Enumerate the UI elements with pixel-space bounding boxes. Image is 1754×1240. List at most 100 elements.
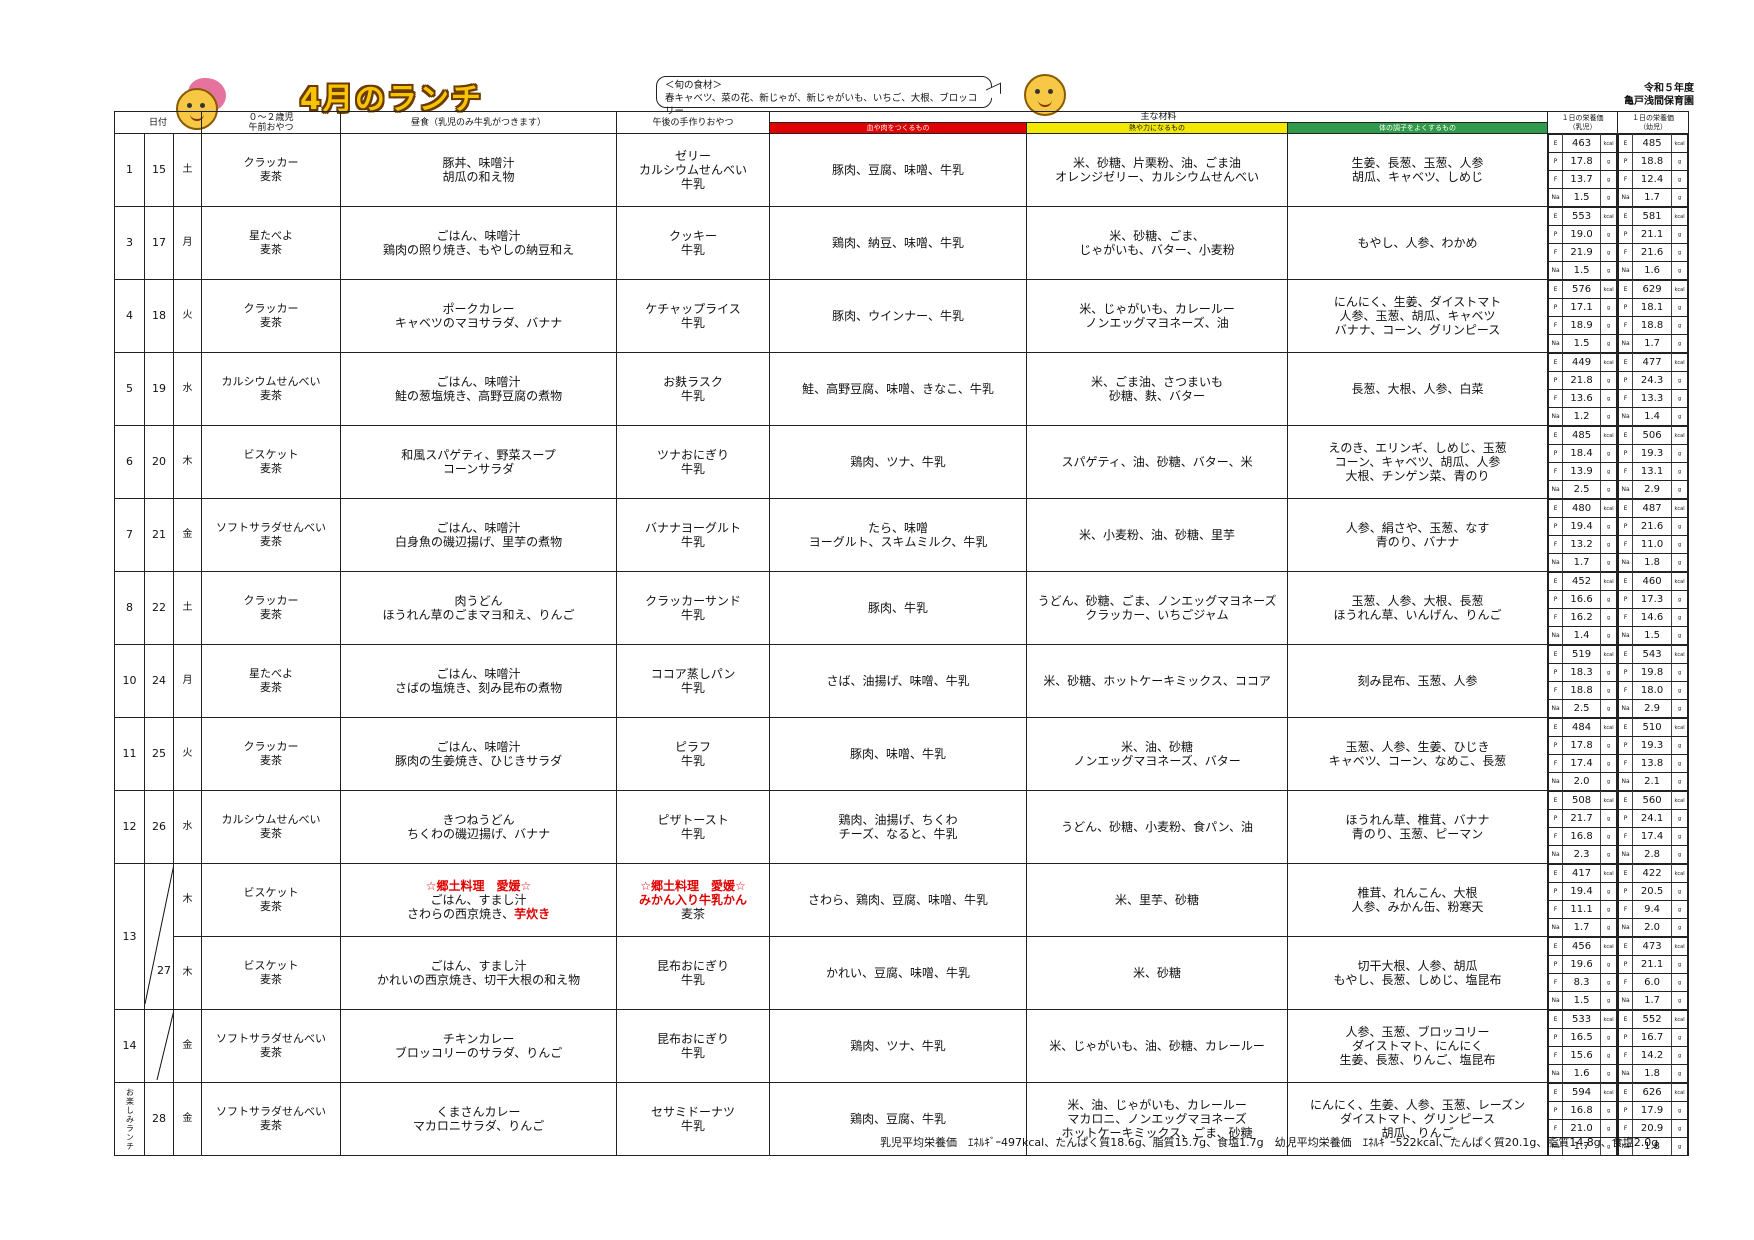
row-number: 7 (114, 498, 145, 572)
pm-snack: 昆布おにぎり 牛乳 (616, 1009, 771, 1083)
nutrition-value: 1.7 (1562, 553, 1602, 571)
nutrition-row: P 21.7 g (1548, 809, 1617, 828)
nutrition-key: P (1618, 1028, 1634, 1047)
lunch-text: ごはん、味噌汁 豚肉の生姜焼き、ひじきサラダ (394, 740, 563, 768)
lunch: ごはん、味噌汁 鮭の葱塩焼き、高野豆腐の煮物 (340, 352, 618, 426)
nutrition-key: P (1618, 298, 1634, 317)
day-of-week: 木 (172, 425, 203, 499)
nutrition-key: E (1548, 426, 1564, 445)
menu-row: 13 27 木ビスケット 麦茶 ☆郷土料理 愛媛☆ ごはん、すまし汁 さわらの西京焼き、芋… (114, 863, 1690, 1010)
nutrition-grid: E 417 kcal P 19.4 g F 11.1 g Na 1.7 g (1548, 864, 1617, 936)
morning-snack-text: クラッカー 麦茶 (243, 302, 299, 329)
menu-row: 11 25 火 クラッカー 麦茶 ごはん、味噌汁 豚肉の生姜焼き、ひじきサラダ ピラフ 牛… (114, 717, 1690, 791)
lunch: くまさんカレー マカロニサラダ、りんご (340, 1082, 618, 1156)
nutrition-value: 463 (1562, 134, 1602, 153)
nutrition-key: F (1618, 462, 1634, 481)
nutrition-value: 594 (1562, 1083, 1602, 1102)
ingredients-green-text: 玉葱、人参、大根、長葱 ほうれん草、いんげん、りんご (1333, 594, 1502, 622)
ingredients-yellow-text: 米、砂糖、ごま、 じゃがいも、バター、小麦粉 (1079, 229, 1235, 257)
nutrition-value: 560 (1632, 791, 1673, 810)
nutrition-value: 6.0 (1632, 973, 1673, 992)
nutrition-key: Na (1618, 1064, 1634, 1082)
ingredients-red: 豚肉、ウインナー、牛乳 (769, 279, 1028, 353)
nutrition-value: 456 (1562, 937, 1602, 956)
nutrition-row: Na 1.7 g (1618, 188, 1688, 206)
pm-snack-text: ゼリー カルシウムせんべい 牛乳 (639, 149, 748, 191)
nutrition-key: P (1548, 955, 1564, 974)
nutrition-row: F 13.6 g (1548, 389, 1617, 408)
nutrition-unit: kcal (1671, 134, 1688, 153)
nutrition-value: 9.4 (1632, 900, 1673, 919)
nutrition-unit: g (1600, 626, 1617, 644)
nutrition-key: P (1618, 152, 1634, 171)
nutrition-unit: kcal (1600, 426, 1617, 445)
nutrition-row: F 11.0 g (1618, 535, 1688, 554)
nutrition-value: 21.9 (1562, 243, 1602, 262)
nutrition-unit: g (1671, 371, 1688, 390)
nutrition-value: 21.1 (1632, 225, 1673, 244)
nutrition-key: E (1618, 280, 1634, 299)
nutrition-row: E 552 kcal (1618, 1010, 1688, 1029)
nutrition-key: P (1618, 225, 1634, 244)
nutrition-value: 21.1 (1632, 955, 1673, 974)
nutrition-row: E 449 kcal (1548, 353, 1617, 372)
nutrition-key: P (1548, 298, 1564, 317)
nutrition-row: Na 1.8 g (1618, 553, 1688, 571)
nutrition-row: P 24.1 g (1618, 809, 1688, 828)
nutrition-key: F (1548, 754, 1564, 773)
nutrition-toddler: E 477 kcal P 24.3 g F 13.3 g Na 1.4 g (1617, 352, 1690, 426)
nutrition-row: E 485 kcal (1618, 134, 1688, 153)
nutrition-row: E 485 kcal (1548, 426, 1617, 445)
nutrition-toddler: E 543 kcal P 19.8 g F 18.0 g Na 2.9 g (1617, 644, 1690, 718)
pm-snack: バナナヨーグルト 牛乳 (616, 498, 771, 572)
nutrition-key: Na (1618, 845, 1634, 863)
nutrition-row: E 480 kcal (1548, 499, 1617, 518)
nutrition-key: P (1548, 444, 1564, 463)
morning-snack-text: ビスケット 麦茶 (243, 886, 299, 913)
ingredients-red-text: 鮭、高野豆腐、味噌、きなこ、牛乳 (802, 382, 994, 396)
nutrition-value: 18.4 (1562, 444, 1602, 463)
nutrition-value: 553 (1562, 207, 1602, 226)
nutrition-row: P 16.8 g (1548, 1101, 1617, 1120)
nutrition-row: P 19.8 g (1618, 663, 1688, 682)
nutrition-row: P 19.4 g (1548, 517, 1617, 536)
row-number: 8 (114, 571, 145, 645)
nutrition-unit: g (1600, 316, 1617, 335)
ingredients-yellow-text: 米、砂糖、片栗粉、油、ごま油 オレンジゼリー、カルシウムせんべい (1055, 156, 1259, 184)
nutrition-key: Na (1548, 845, 1564, 863)
lunch-text: くまさんカレー マカロニサラダ、りんご (412, 1105, 545, 1133)
pm-snack-text: 昆布おにぎり 牛乳 (657, 1032, 730, 1060)
nutrition-unit: g (1600, 991, 1617, 1009)
ingredients-red-text: 鶏肉、油揚げ、ちくわ チーズ、なると、牛乳 (838, 813, 958, 841)
nutrition-unit: g (1600, 590, 1617, 609)
row-number: 13 (114, 863, 145, 1010)
nutrition-value: 17.3 (1632, 590, 1673, 609)
nutrition-row: E 506 kcal (1618, 426, 1688, 445)
nutrition-row: Na 1.7 g (1548, 918, 1617, 936)
nutrition-key: P (1548, 663, 1564, 682)
col-nut-toddler: １日の栄養価 （幼児） (1617, 111, 1690, 134)
nutrition-grid: E 508 kcal P 21.7 g F 16.8 g Na 2.3 g (1548, 791, 1617, 863)
pm-snack-highlight: みかん入り牛乳かん (639, 893, 748, 907)
nutrition-unit: g (1671, 316, 1688, 335)
day-of-week: 土 (172, 571, 203, 645)
col-green: 体の調子をよくするもの (1287, 122, 1549, 134)
nutrition-grid: E 463 kcal P 17.8 g F 13.7 g Na 1.5 g (1548, 134, 1617, 206)
pm-snack: クッキー 牛乳 (616, 206, 771, 280)
nutrition-row: F 13.3 g (1618, 389, 1688, 408)
nutrition-key: F (1618, 900, 1634, 919)
nutrition-infant: E 533 kcal P 16.5 g F 15.6 g Na 1.6 g (1547, 1009, 1619, 1083)
nutrition-value: 1.4 (1632, 407, 1673, 425)
nutrition-value: 1.4 (1562, 626, 1602, 644)
ingredients-yellow: スパゲティ、油、砂糖、バター、米 (1026, 425, 1289, 499)
nutrition-infant: E 508 kcal P 21.7 g F 16.8 g Na 2.3 g (1547, 790, 1619, 864)
nutrition-value: 1.6 (1632, 261, 1673, 279)
nutrition-row: F 18.0 g (1618, 681, 1688, 700)
nutrition-value: 11.1 (1562, 900, 1602, 919)
row-date: 22 (144, 571, 174, 645)
ingredients-red-text: 鶏肉、豆腐、牛乳 (850, 1112, 947, 1126)
morning-snack: 星たべよ 麦茶 (201, 644, 342, 718)
nutrition-row: Na 1.6 g (1618, 261, 1688, 279)
nutrition-value: 1.8 (1632, 553, 1673, 571)
nutrition-unit: g (1671, 845, 1688, 863)
